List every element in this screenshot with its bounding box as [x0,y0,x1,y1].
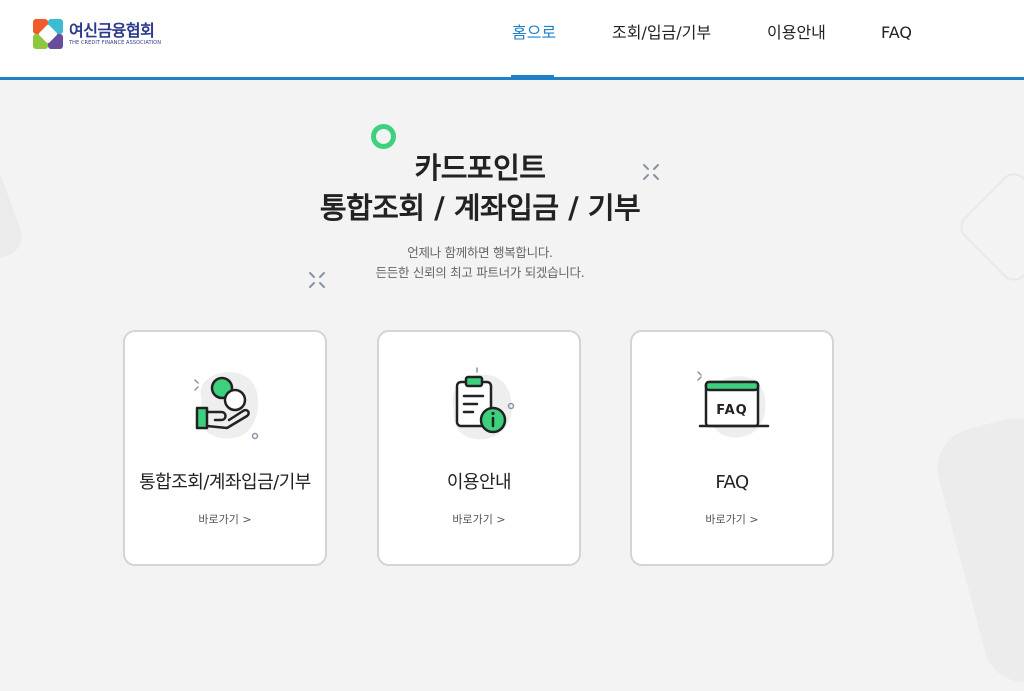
nav-guide[interactable]: 이용안내 [767,22,826,44]
hero-title-line1: 카드포인트 [414,151,546,185]
card-guide[interactable]: 이용안내 바로가기 > [377,330,581,566]
hand-coin-icon [194,372,259,440]
clipboard-info-icon [452,367,515,440]
logo[interactable]: 여신금융협회 THE CREDIT FINANCE ASSOCIATION [33,19,161,49]
hero-description: 언제나 함께하면 행복합니다. 든든한 신뢰의 최고 파트너가 되겠습니다. [0,243,960,283]
nav-home[interactable]: 홈으로 [512,22,556,44]
faq-icon-label: FAQ [716,403,748,418]
card-link-goto[interactable]: 바로가기 > [379,512,579,528]
card-title: 통합조회/계좌입금/기부 [139,472,311,493]
hero-title: 카드포인트 통합조회 / 계좌입금 / 기부 [0,148,960,228]
hero-title-line2: 통합조회 / 계좌입금 / 기부 [319,191,641,225]
background-shape [928,408,1024,691]
card-link-goto[interactable]: 바로가기 > [632,512,832,528]
logo-mark-icon [33,19,63,49]
nav-inquiry-deposit-donate[interactable]: 조회/입금/기부 [612,22,711,44]
site-header: 여신금융협회 THE CREDIT FINANCE ASSOCIATION 홈으… [0,0,1024,80]
hero-desc-line2: 든든한 신뢰의 최고 파트너가 되겠습니다. [375,265,585,280]
logo-name: 여신금융협회 [69,20,155,40]
card-title: 이용안내 [446,472,512,493]
faq-board-icon: FAQ [697,371,770,438]
nav-active-indicator [511,75,554,79]
card-inquiry-deposit-donate[interactable]: 통합조회/계좌입금/기부 바로가기 > [123,330,327,566]
logo-subtitle: THE CREDIT FINANCE ASSOCIATION [69,39,162,46]
ring-decoration-icon [371,124,396,149]
background-diamond [954,167,1024,287]
card-title: FAQ [715,472,749,493]
hero-desc-line1: 언제나 함께하면 행복합니다. [407,245,553,260]
card-link-goto[interactable]: 바로가기 > [125,512,325,528]
card-faq[interactable]: FAQ FAQ 바로가기 > [630,330,834,566]
nav-faq[interactable]: FAQ [881,22,912,44]
